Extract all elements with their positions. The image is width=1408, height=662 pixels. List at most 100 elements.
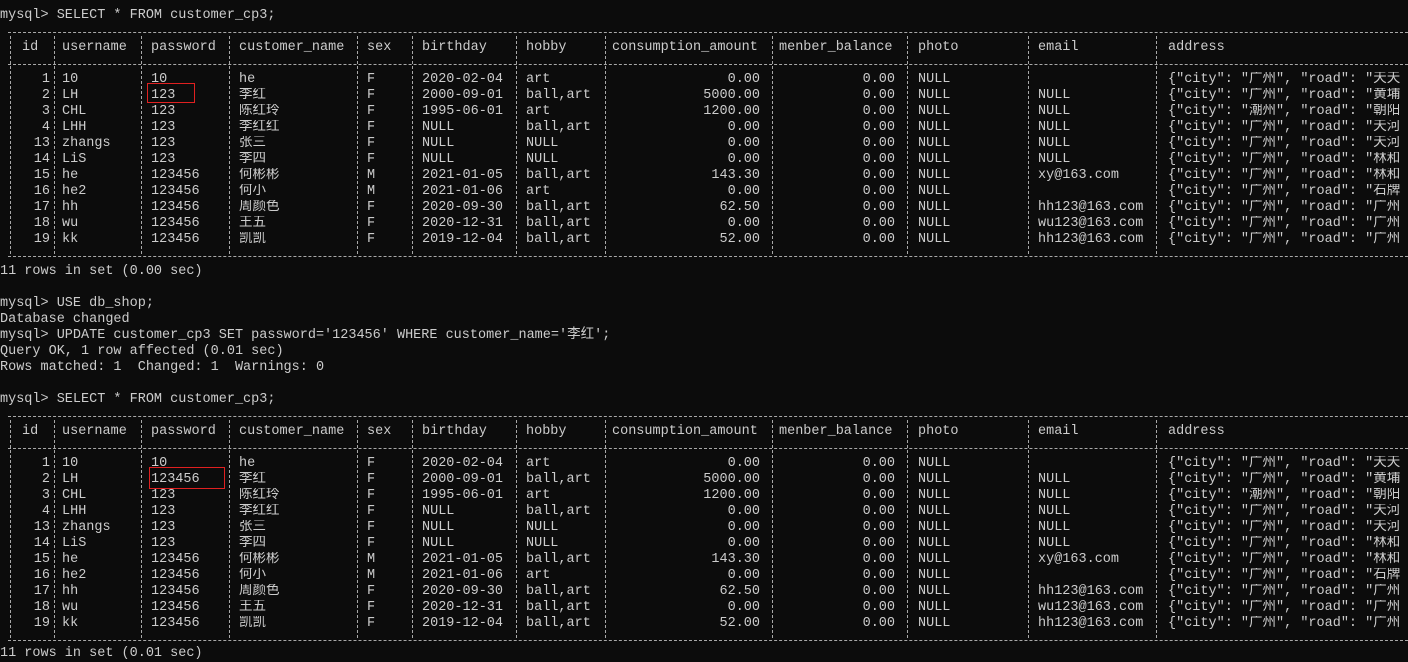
- table2-cell-photo: NULL: [918, 568, 951, 583]
- table2-cell-sex: F: [367, 504, 376, 519]
- table1-cell-id: 14: [33, 152, 50, 167]
- table2-cell-sex: F: [367, 472, 376, 487]
- table2-cell-password: 123: [151, 504, 176, 519]
- table1-cell-id: 19: [33, 232, 50, 247]
- table1-cell-password: 123: [151, 136, 176, 151]
- table1-cell-customer-name: 张三: [239, 136, 266, 151]
- table2-cell-customer-name: he: [239, 456, 256, 471]
- table1-cell-menber-balance: 0.00: [862, 152, 895, 167]
- table1-cell-username: wu: [62, 216, 79, 231]
- table1-cell-customer-name: 何彬彬: [239, 168, 280, 183]
- table1-cell-customer-name: 陈红玲: [239, 104, 280, 119]
- table2-cell-username: hh: [62, 584, 79, 599]
- table1-cell-customer-name: 李四: [239, 152, 266, 167]
- table2-cell-email: NULL: [1038, 520, 1071, 535]
- table2-cell-username: he2: [62, 568, 87, 583]
- table1-cell-birthday: NULL: [422, 152, 455, 167]
- table2-cell-email: NULL: [1038, 536, 1071, 551]
- table2-column-divider: [516, 420, 517, 638]
- table1-cell-menber-balance: 0.00: [862, 88, 895, 103]
- table1-cell-address: {"city": "广州", "road": "天天: [1168, 72, 1401, 87]
- table2-cell-consumption-amount: 0.00: [727, 504, 760, 519]
- table2-cell-birthday: 1995-06-01: [422, 488, 504, 503]
- table1-cell-birthday: NULL: [422, 120, 455, 135]
- table1-cell-menber-balance: 0.00: [862, 72, 895, 87]
- table2-border-top: [8, 416, 1408, 417]
- table1-cell-id: 16: [33, 184, 50, 199]
- table2-header-email: email: [1038, 424, 1079, 439]
- table1-cell-username: he: [62, 168, 79, 183]
- table1-cell-customer-name: 李红: [239, 88, 266, 103]
- table1-cell-photo: NULL: [918, 104, 951, 119]
- table1-column-divider: [54, 36, 55, 254]
- table1-cell-email: wu123@163.com: [1038, 216, 1144, 231]
- table2-cell-menber-balance: 0.00: [862, 616, 895, 631]
- table1-cell-sex: M: [367, 184, 376, 199]
- table2-cell-photo: NULL: [918, 472, 951, 487]
- table1-column-divider: [1028, 36, 1029, 254]
- table2-cell-menber-balance: 0.00: [862, 568, 895, 583]
- password-highlight-after: [149, 467, 225, 489]
- table2-cell-consumption-amount: 52.00: [719, 616, 760, 631]
- table1-cell-customer-name: he: [239, 72, 256, 87]
- table2-cell-username: LiS: [62, 536, 87, 551]
- table1-column-divider: [10, 36, 11, 254]
- table2-cell-consumption-amount: 0.00: [727, 536, 760, 551]
- table1-cell-hobby: art: [526, 104, 551, 119]
- table2-cell-sex: M: [367, 568, 376, 583]
- table1-cell-password: 123456: [151, 184, 200, 199]
- table1-cell-birthday: 2021-01-06: [422, 184, 504, 199]
- mysql-console-window[interactable]: { "console": { "commands": { "select1": …: [0, 0, 1408, 661]
- table2-cell-photo: NULL: [918, 584, 951, 599]
- table1-cell-sex: F: [367, 88, 376, 103]
- table2-cell-email: [1038, 568, 1154, 584]
- table1-cell-consumption-amount: 0.00: [727, 216, 760, 231]
- table2-cell-birthday: NULL: [422, 504, 455, 519]
- table1-cell-password: 123: [151, 120, 176, 135]
- table2-cell-consumption-amount: 1200.00: [703, 488, 760, 503]
- table1-border-top: [8, 32, 1408, 33]
- table2-cell-consumption-amount: 0.00: [727, 600, 760, 615]
- table1-cell-consumption-amount: 0.00: [727, 72, 760, 87]
- table2-cell-photo: NULL: [918, 488, 951, 503]
- table2-cell-id: 13: [33, 520, 50, 535]
- table1-cell-photo: NULL: [918, 136, 951, 151]
- table1-header-username: username: [62, 40, 127, 55]
- table1-cell-photo: NULL: [918, 168, 951, 183]
- table1-header-hobby: hobby: [526, 40, 567, 55]
- table2-column-divider: [772, 420, 773, 638]
- table2-cell-id: 15: [33, 552, 50, 567]
- table1-cell-address: {"city": "广州", "road": "广州: [1168, 216, 1401, 231]
- table1-cell-hobby: ball,art: [526, 120, 591, 135]
- table1-cell-id: 3: [41, 104, 50, 119]
- table2-cell-hobby: art: [526, 456, 551, 471]
- table1-header-menber-balance: menber_balance: [779, 40, 893, 55]
- command-line-select-1: mysql> SELECT * FROM customer_cp3;: [0, 8, 276, 23]
- table2-cell-consumption-amount: 0.00: [727, 568, 760, 583]
- table1-cell-sex: F: [367, 200, 376, 215]
- table1-cell-sex: F: [367, 72, 376, 87]
- table2-cell-id: 2: [41, 472, 50, 487]
- table2-cell-hobby: ball,art: [526, 600, 591, 615]
- table1-cell-birthday: 2019-12-04: [422, 232, 504, 247]
- table2-header-consumption-amount: consumption_amount: [612, 424, 758, 439]
- table1-cell-photo: NULL: [918, 88, 951, 103]
- table2-cell-username: 10: [62, 456, 79, 471]
- table1-cell-username: LHH: [62, 120, 87, 135]
- table1-cell-photo: NULL: [918, 232, 951, 247]
- table1-cell-customer-name: 周颜色: [239, 200, 280, 215]
- table1-cell-customer-name: 凯凯: [239, 232, 266, 247]
- table2-cell-username: CHL: [62, 488, 87, 503]
- table1-cell-email: hh123@163.com: [1038, 200, 1144, 215]
- table1-cell-id: 15: [33, 168, 50, 183]
- table2-cell-email: hh123@163.com: [1038, 616, 1144, 631]
- table1-cell-consumption-amount: 0.00: [727, 120, 760, 135]
- table2-cell-menber-balance: 0.00: [862, 456, 895, 471]
- table2-cell-consumption-amount: 62.50: [719, 584, 760, 599]
- table1-cell-email: NULL: [1038, 152, 1071, 167]
- table1-cell-id: 17: [33, 200, 50, 215]
- table1-header-sex: sex: [367, 40, 392, 55]
- table2-cell-username: LHH: [62, 504, 87, 519]
- table2-cell-menber-balance: 0.00: [862, 488, 895, 503]
- table2-cell-birthday: 2000-09-01: [422, 472, 504, 487]
